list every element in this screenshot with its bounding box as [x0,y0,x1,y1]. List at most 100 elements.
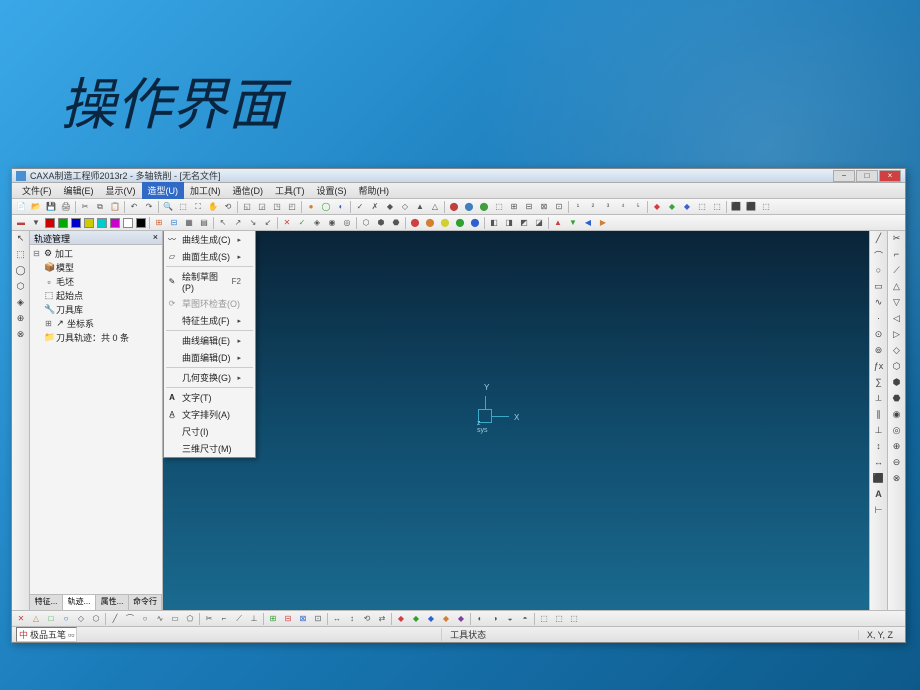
tool-icon[interactable]: ✕ [280,216,294,230]
color-cyan-icon[interactable] [97,218,107,228]
tool-icon[interactable]: ◁ [890,313,904,327]
tool-icon[interactable]: ⟋ [890,265,904,279]
tool-icon[interactable]: ⌐ [890,249,904,263]
tree-item-stock[interactable]: ▫ 毛坯 [32,275,160,289]
point-icon[interactable]: · [872,313,886,327]
tree-root[interactable]: ⊟ ⚙ 加工 [32,247,160,261]
tool-icon[interactable]: ↘ [246,216,260,230]
arc-icon[interactable]: ⌒ [872,249,886,263]
menu-curve-gen[interactable]: 〰 曲线生成(C) ▸ [164,231,255,248]
tool-icon[interactable]: ⬤ [453,216,467,230]
tool-icon[interactable]: □ [44,612,58,626]
tool-icon[interactable]: △ [890,281,904,295]
tool-icon[interactable]: ▼ [29,216,43,230]
tool-icon[interactable]: ⬤ [408,216,422,230]
tool-icon[interactable]: ⟲ [360,612,374,626]
menu-sketch[interactable]: ✎ 绘制草图(P) F2 [164,268,255,295]
tool-icon[interactable]: ⬚ [567,612,581,626]
tool-icon[interactable]: ⁴ [616,200,630,214]
menu-geom-transform[interactable]: 几何变换(G) ▸ [164,369,255,386]
tool-icon[interactable]: ⊕ [890,441,904,455]
menu-text[interactable]: A 文字(T) [164,389,255,406]
collapse-icon[interactable]: ⊟ [32,249,41,258]
menu-modeling[interactable]: 造型(U) [142,182,185,199]
paste-icon[interactable]: 📋 [108,200,122,214]
color-yellow-icon[interactable] [84,218,94,228]
minimize-button[interactable]: − [833,170,855,182]
tool-icon[interactable]: ⬡ [359,216,373,230]
tool-icon[interactable]: ▽ [890,297,904,311]
menu-file[interactable]: 文件(F) [16,182,58,199]
menu-feature-gen[interactable]: 特征生成(F) ▸ [164,312,255,329]
new-icon[interactable]: 📄 [14,200,28,214]
tool-icon[interactable]: ◆ [394,612,408,626]
text-icon[interactable]: A [872,489,886,503]
rect-icon[interactable]: ▭ [872,281,886,295]
tool-icon[interactable]: ◩ [517,216,531,230]
tool-icon[interactable]: ✂ [890,233,904,247]
tab-trajectory[interactable]: 轨迹... [63,595,96,610]
tool-icon[interactable]: ⊡ [552,200,566,214]
color-white-icon[interactable] [123,218,133,228]
tool-icon[interactable]: ◇ [74,612,88,626]
tool-icon[interactable]: ○ [138,612,152,626]
tool-icon[interactable]: ╱ [108,612,122,626]
tool-icon[interactable]: ▼ [566,216,580,230]
tab-property[interactable]: 属性... [96,595,129,610]
tab-command[interactable]: 命令行 [129,595,162,610]
tab-feature[interactable]: 特征... [30,595,63,610]
tool-icon[interactable]: ∑ [872,377,886,391]
tool-icon[interactable]: ◇ [890,345,904,359]
tool-icon[interactable]: ⬚ [492,200,506,214]
tool-icon[interactable]: ⬛ [729,200,743,214]
tool-icon[interactable]: ◎ [890,425,904,439]
menu-view[interactable]: 显示(V) [100,182,142,199]
tool-icon[interactable]: ⬚ [759,200,773,214]
tool-icon[interactable]: ◉ [890,409,904,423]
tool-icon[interactable]: ∥ [872,409,886,423]
tool-icon[interactable]: ⬤ [438,216,452,230]
tool-icon[interactable]: △ [428,200,442,214]
tool-icon[interactable]: ◀ [581,216,595,230]
tool-icon[interactable]: ◆ [409,612,423,626]
menu-settings[interactable]: 设置(S) [311,182,353,199]
color-blue-icon[interactable] [71,218,81,228]
view-icon[interactable]: ◰ [285,200,299,214]
tool-icon[interactable]: ◆ [665,200,679,214]
tool-icon[interactable]: ▶ [596,216,610,230]
tool-icon[interactable]: ▷ [890,329,904,343]
tool-icon[interactable]: ◒ [503,612,517,626]
tool-icon[interactable]: ↕ [872,441,886,455]
layer-icon[interactable]: ▬ [14,216,28,230]
menu-tools[interactable]: 工具(T) [269,182,311,199]
redo-icon[interactable]: ↷ [142,200,156,214]
tool-icon[interactable]: ✓ [353,200,367,214]
tool-icon[interactable]: ∿ [153,612,167,626]
tool-icon[interactable]: ⬚ [710,200,724,214]
tool-icon[interactable]: ◨ [502,216,516,230]
tool-icon[interactable]: ⬚ [537,612,551,626]
tool-icon[interactable]: ↗ [231,216,245,230]
zoom-icon[interactable]: 🔍 [161,200,175,214]
rotate-icon[interactable]: ⟲ [221,200,235,214]
sidebar-close-icon[interactable]: × [153,232,158,243]
open-icon[interactable]: 📂 [29,200,43,214]
tool-icon[interactable]: ⬛ [744,200,758,214]
tool-icon[interactable]: ◆ [383,200,397,214]
tree-item-startpoint[interactable]: ⬚ 起始点 [32,289,160,303]
color-black-icon[interactable] [136,218,146,228]
menu-machining[interactable]: 加工(N) [184,182,227,199]
undo-icon[interactable]: ↶ [127,200,141,214]
pan-icon[interactable]: ✋ [206,200,220,214]
tool-icon[interactable]: ⊠ [296,612,310,626]
view-icon[interactable]: ◱ [240,200,254,214]
tool-icon[interactable]: ◇ [398,200,412,214]
tool-icon[interactable]: ⬢ [890,377,904,391]
zoom-fit-icon[interactable]: ⛶ [191,200,205,214]
tool-icon[interactable]: ▭ [168,612,182,626]
copy-icon[interactable]: ⧉ [93,200,107,214]
tool-icon[interactable]: ▦ [182,216,196,230]
menu-comm[interactable]: 通信(D) [227,182,270,199]
zoom-window-icon[interactable]: ⬚ [176,200,190,214]
tool-icon[interactable]: ⊞ [152,216,166,230]
